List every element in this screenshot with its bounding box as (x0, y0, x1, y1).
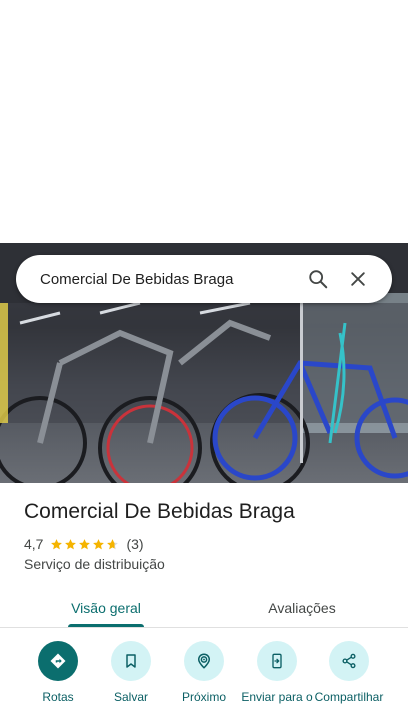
place-title: Comercial De Bebidas Braga (24, 500, 295, 523)
map-blank-area (0, 0, 408, 243)
share-button[interactable]: Compartilhar (313, 641, 385, 704)
review-count[interactable]: (3) (126, 536, 143, 552)
star-icon (65, 538, 77, 549)
send-to-phone-label: Enviar para o (241, 690, 313, 704)
send-to-phone-icon (257, 641, 297, 681)
search-bar[interactable]: Comercial De Bebidas Braga (16, 255, 392, 303)
rating-row[interactable]: 4,7 (3) (24, 536, 144, 552)
half-star-icon (107, 538, 119, 549)
rating-stars (50, 538, 120, 551)
place-tabs: Visão geral Avaliações (0, 588, 408, 628)
share-icon (329, 641, 369, 681)
directions-button[interactable]: Rotas (22, 641, 94, 704)
send-to-phone-button[interactable]: Enviar para o (241, 641, 313, 704)
search-icon[interactable] (298, 259, 338, 299)
rating-value: 4,7 (24, 536, 44, 552)
action-buttons: Rotas Salvar Próximo Enviar para o Compa… (0, 641, 408, 726)
directions-icon (38, 641, 78, 681)
save-label: Salvar (113, 690, 148, 704)
bookmark-icon (111, 641, 151, 681)
share-label: Compartilhar (314, 690, 384, 704)
nearby-icon (184, 641, 224, 681)
nearby-button[interactable]: Próximo (168, 641, 240, 704)
close-icon[interactable] (338, 259, 378, 299)
star-icon (51, 538, 63, 549)
place-category: Serviço de distribuição (24, 556, 165, 572)
tab-overview[interactable]: Visão geral (30, 588, 182, 628)
star-icon (79, 538, 91, 549)
save-button[interactable]: Salvar (95, 641, 167, 704)
directions-label: Rotas (42, 690, 74, 704)
star-icon (93, 538, 105, 549)
tab-selected-indicator (68, 624, 144, 627)
nearby-label: Próximo (181, 690, 226, 704)
tab-reviews[interactable]: Avaliações (226, 588, 378, 628)
search-query[interactable]: Comercial De Bebidas Braga (40, 271, 298, 288)
